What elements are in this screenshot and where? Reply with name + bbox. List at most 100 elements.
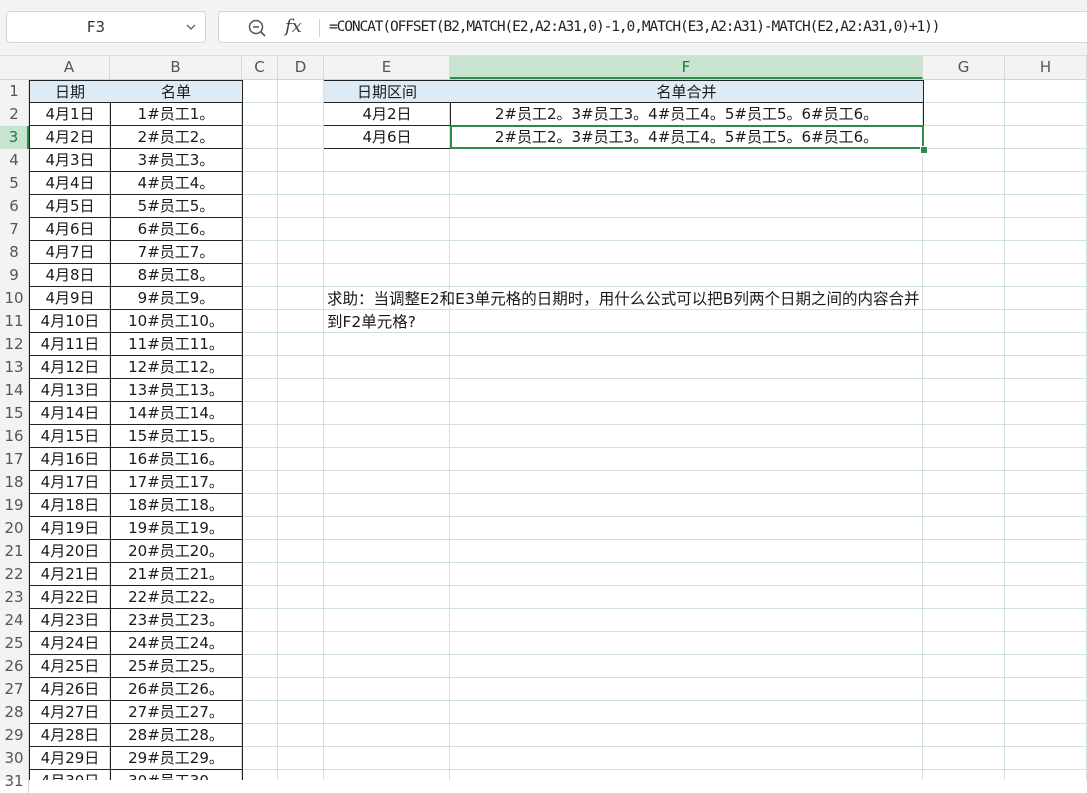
cell-B19[interactable]: 18#员工18。 [110, 494, 243, 517]
cell-F3[interactable]: 2#员工2。3#员工3。4#员工4。5#员工5。6#员工6。 [450, 126, 924, 149]
cell-B3[interactable]: 2#员工2。 [110, 126, 243, 149]
row-header-10[interactable]: 10 [0, 287, 29, 310]
formula-text[interactable]: =CONCAT(OFFSET(B2,MATCH(E2,A2:A31,0)-1,0… [329, 12, 940, 42]
sheet-grid[interactable]: 日期 名单 4月1日 1#员工1。 4月2日 2#员工2。 4月3日 3#员工3。 4月4日 4#… [29, 80, 1087, 780]
cell-B13[interactable]: 12#员工12。 [110, 356, 243, 379]
cell-B22[interactable]: 21#员工21。 [110, 563, 243, 586]
cell-B29[interactable]: 28#员工28。 [110, 724, 243, 747]
cell-A7[interactable]: 4月6日 [29, 218, 111, 241]
cell-E3[interactable]: 4月6日 [324, 126, 451, 149]
insert-function-button[interactable]: fx [285, 14, 302, 40]
row-header-22[interactable]: 22 [0, 563, 29, 586]
cell-A20[interactable]: 4月19日 [29, 517, 111, 540]
row-header-31[interactable]: 31 [0, 770, 29, 793]
cell-B24[interactable]: 23#员工23。 [110, 609, 243, 632]
cell-A16[interactable]: 4月15日 [29, 425, 111, 448]
row-header-17[interactable]: 17 [0, 448, 29, 471]
row-header-25[interactable]: 25 [0, 632, 29, 655]
cell-B7[interactable]: 6#员工6。 [110, 218, 243, 241]
row-header-8[interactable]: 8 [0, 241, 29, 264]
row-header-28[interactable]: 28 [0, 701, 29, 724]
cell-B26[interactable]: 25#员工25。 [110, 655, 243, 678]
row-header-23[interactable]: 23 [0, 586, 29, 609]
column-header-B[interactable]: B [110, 56, 242, 79]
cell-F1[interactable]: 名单合并 [450, 80, 924, 103]
cell-A1[interactable]: 日期 [29, 80, 111, 103]
cell-B31[interactable]: 30#员工30。 [110, 770, 243, 780]
cell-B30[interactable]: 29#员工29。 [110, 747, 243, 770]
cell-E2[interactable]: 4月2日 [324, 103, 451, 126]
column-header-G[interactable]: G [923, 56, 1005, 79]
cell-A2[interactable]: 4月1日 [29, 103, 111, 126]
cell-B1[interactable]: 名单 [110, 80, 243, 103]
row-header-6[interactable]: 6 [0, 195, 29, 218]
row-header-1[interactable]: 1 [0, 80, 29, 103]
cell-F2[interactable]: 2#员工2。3#员工3。4#员工4。5#员工5。6#员工6。 [450, 103, 924, 126]
cell-A11[interactable]: 4月10日 [29, 310, 111, 333]
cell-B28[interactable]: 27#员工27。 [110, 701, 243, 724]
row-header-5[interactable]: 5 [0, 172, 29, 195]
cell-A12[interactable]: 4月11日 [29, 333, 111, 356]
cell-B4[interactable]: 3#员工3。 [110, 149, 243, 172]
cell-A6[interactable]: 4月5日 [29, 195, 111, 218]
row-header-12[interactable]: 12 [0, 333, 29, 356]
cell-A25[interactable]: 4月24日 [29, 632, 111, 655]
row-header-14[interactable]: 14 [0, 379, 29, 402]
cell-B12[interactable]: 11#员工11。 [110, 333, 243, 356]
column-header-H[interactable]: H [1005, 56, 1087, 79]
cell-A9[interactable]: 4月8日 [29, 264, 111, 287]
cell-B2[interactable]: 1#员工1。 [110, 103, 243, 126]
row-header-3[interactable]: 3 [0, 126, 29, 149]
row-header-21[interactable]: 21 [0, 540, 29, 563]
cell-A26[interactable]: 4月25日 [29, 655, 111, 678]
cell-B18[interactable]: 17#员工17。 [110, 471, 243, 494]
row-header-11[interactable]: 11 [0, 310, 29, 333]
row-header-7[interactable]: 7 [0, 218, 29, 241]
row-header-26[interactable]: 26 [0, 655, 29, 678]
cell-B16[interactable]: 15#员工15。 [110, 425, 243, 448]
cell-A17[interactable]: 4月16日 [29, 448, 111, 471]
cell-A21[interactable]: 4月20日 [29, 540, 111, 563]
row-header-13[interactable]: 13 [0, 356, 29, 379]
row-header-27[interactable]: 27 [0, 678, 29, 701]
fill-handle[interactable] [920, 146, 928, 154]
chevron-down-icon[interactable] [185, 21, 197, 33]
cell-B17[interactable]: 16#员工16。 [110, 448, 243, 471]
cell-A13[interactable]: 4月12日 [29, 356, 111, 379]
column-header-A[interactable]: A [29, 56, 110, 79]
cell-B20[interactable]: 19#员工19。 [110, 517, 243, 540]
row-header-18[interactable]: 18 [0, 471, 29, 494]
row-header-24[interactable]: 24 [0, 609, 29, 632]
row-header-4[interactable]: 4 [0, 149, 29, 172]
column-header-E[interactable]: E [324, 56, 450, 79]
cell-A23[interactable]: 4月22日 [29, 586, 111, 609]
cell-B14[interactable]: 13#员工13。 [110, 379, 243, 402]
cell-A19[interactable]: 4月18日 [29, 494, 111, 517]
formula-input-area[interactable]: fx =CONCAT(OFFSET(B2,MATCH(E2,A2:A31,0)-… [218, 11, 1087, 43]
cell-B25[interactable]: 24#员工24。 [110, 632, 243, 655]
column-header-F[interactable]: F [450, 56, 923, 79]
row-header-19[interactable]: 19 [0, 494, 29, 517]
row-header-30[interactable]: 30 [0, 747, 29, 770]
cell-A4[interactable]: 4月3日 [29, 149, 111, 172]
zoom-search-icon[interactable] [247, 18, 267, 38]
cell-B11[interactable]: 10#员工10。 [110, 310, 243, 333]
column-header-D[interactable]: D [278, 56, 324, 79]
cell-A14[interactable]: 4月13日 [29, 379, 111, 402]
cell-A28[interactable]: 4月27日 [29, 701, 111, 724]
cell-A8[interactable]: 4月7日 [29, 241, 111, 264]
cell-B23[interactable]: 22#员工22。 [110, 586, 243, 609]
cell-A27[interactable]: 4月26日 [29, 678, 111, 701]
row-header-29[interactable]: 29 [0, 724, 29, 747]
cell-A24[interactable]: 4月23日 [29, 609, 111, 632]
cell-A3[interactable]: 4月2日 [29, 126, 111, 149]
row-header-2[interactable]: 2 [0, 103, 29, 126]
row-header-16[interactable]: 16 [0, 425, 29, 448]
cell-A30[interactable]: 4月29日 [29, 747, 111, 770]
cell-B8[interactable]: 7#员工7。 [110, 241, 243, 264]
cell-A31[interactable]: 4月30日 [29, 770, 111, 780]
cell-A29[interactable]: 4月28日 [29, 724, 111, 747]
cell-B6[interactable]: 5#员工5。 [110, 195, 243, 218]
cell-B15[interactable]: 14#员工14。 [110, 402, 243, 425]
column-header-C[interactable]: C [242, 56, 278, 79]
